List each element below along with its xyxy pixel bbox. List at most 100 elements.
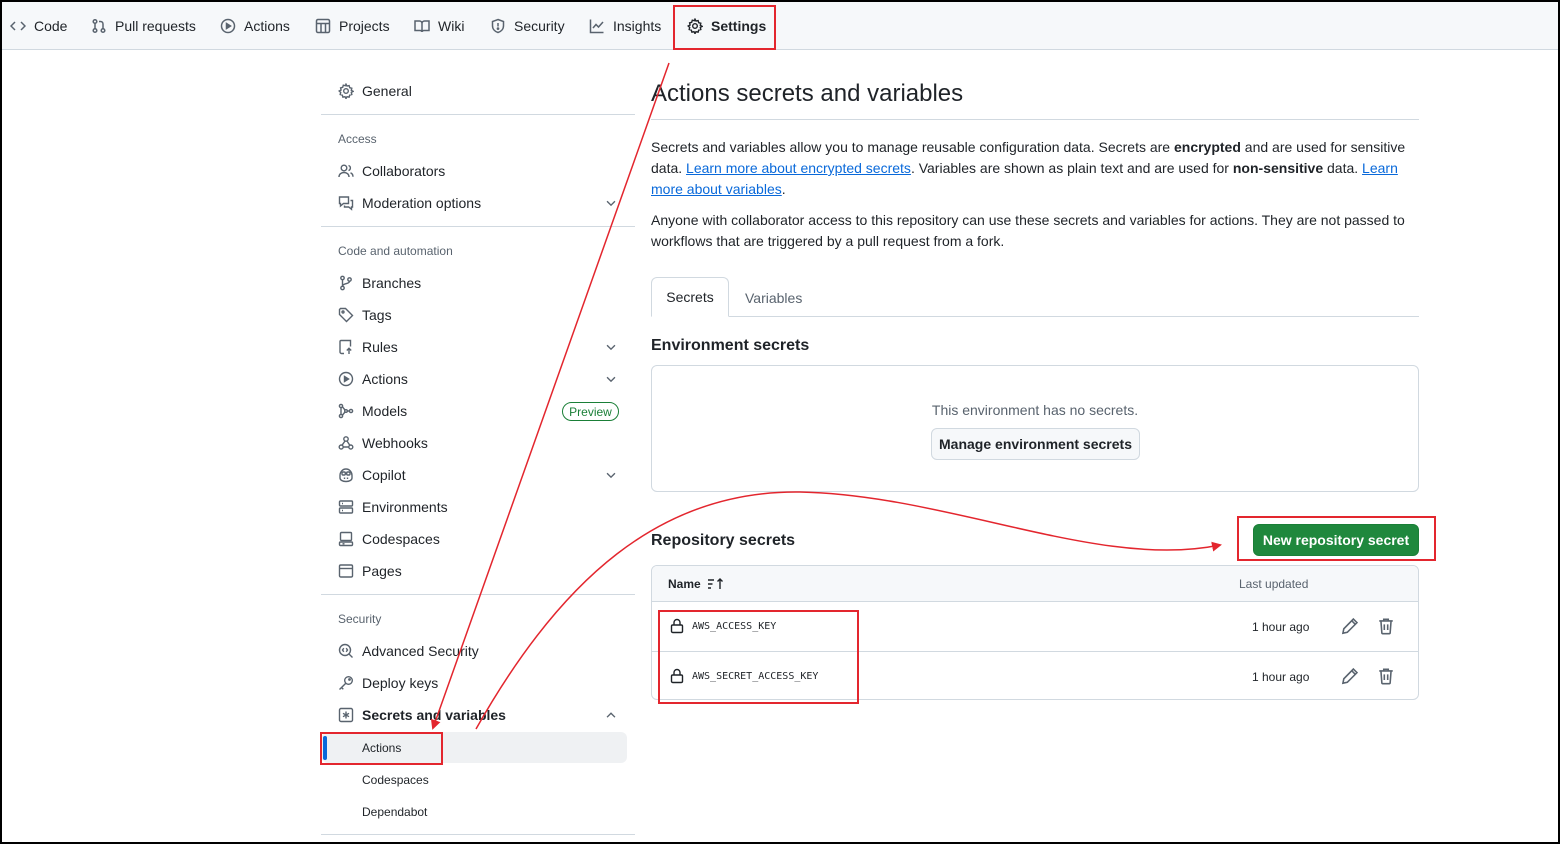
new-repository-secret-button[interactable]: New repository secret — [1253, 524, 1419, 556]
access-note-paragraph: Anyone with collaborator access to this … — [651, 212, 1405, 249]
sidebar-item-label: Codespaces — [362, 531, 440, 547]
manage-environment-secrets-button[interactable]: Manage environment secrets — [931, 428, 1140, 460]
secrets-table: Name Last updated AWS_ACCESS_KEY 1 hour … — [651, 565, 1419, 700]
preview-badge: Preview — [562, 402, 619, 421]
branch-icon — [340, 275, 352, 291]
chevron-down-icon[interactable] — [604, 196, 618, 210]
table-icon — [315, 18, 331, 34]
sidebar-item-label: Webhooks — [362, 435, 428, 451]
chevron-up-icon[interactable] — [604, 708, 618, 722]
sidebar-item-copilot[interactable]: Copilot — [338, 463, 406, 487]
lock-icon — [670, 668, 684, 684]
table-header: Name Last updated — [652, 566, 1418, 602]
pencil-icon[interactable] — [1341, 667, 1359, 685]
secret-name: AWS_SECRET_ACCESS_KEY — [692, 670, 819, 682]
tab-pull-requests-label: Pull requests — [115, 18, 196, 34]
sidebar-divider — [321, 114, 635, 115]
trash-icon[interactable] — [1377, 617, 1395, 635]
people-icon — [338, 164, 354, 178]
sidebar-item-environments[interactable]: Environments — [338, 495, 448, 519]
secret-updated: 1 hour ago — [1252, 620, 1310, 634]
tab-security[interactable]: Security — [490, 2, 565, 50]
text-bold: non-sensitive — [1232, 160, 1324, 176]
sidebar-item-label: Pages — [362, 563, 402, 579]
sidebar-item-label: Advanced Security — [362, 643, 479, 659]
sidebar-item-label: Branches — [362, 275, 422, 291]
sidebar-item-actions[interactable]: Actions — [338, 367, 408, 391]
sidebar-item-branches[interactable]: Branches — [338, 271, 421, 295]
key-icon — [339, 676, 353, 690]
sidebar-item-models[interactable]: Models — [338, 399, 407, 423]
sidebar-item-label: Environments — [362, 499, 448, 515]
sidebar-item-pages[interactable]: Pages — [338, 559, 402, 583]
graph-icon — [589, 19, 604, 34]
tab-projects[interactable]: Projects — [315, 2, 390, 50]
play-icon — [338, 371, 354, 387]
empty-state-text: This environment has no secrets. — [931, 402, 1139, 418]
sidebar-item-label: Copilot — [362, 467, 406, 483]
pull-request-icon — [92, 18, 106, 34]
tab-insights[interactable]: Insights — [589, 2, 661, 50]
sidebar-item-rules[interactable]: Rules — [338, 335, 398, 359]
tab-settings-label: Settings — [711, 18, 767, 34]
play-icon — [220, 18, 236, 34]
sidebar-subitem-dependabot[interactable]: Dependabot — [362, 805, 427, 819]
description-paragraph: Secrets and variables allow you to manag… — [651, 137, 1421, 200]
codespaces-icon — [338, 531, 354, 547]
chevron-down-icon[interactable] — [604, 468, 618, 482]
trash-icon[interactable] — [1377, 667, 1395, 685]
updated-column-header: Last updated — [1239, 577, 1309, 591]
sidebar-item-deploy-keys[interactable]: Deploy keys — [338, 671, 438, 695]
sidebar-item-secrets-variables[interactable]: Secrets and variables — [338, 703, 506, 727]
tab-actions-label: Actions — [244, 18, 290, 34]
sidebar-divider — [321, 226, 635, 227]
sidebar-item-label: Rules — [362, 339, 398, 355]
sidebar-subitem-actions[interactable]: Actions — [362, 741, 401, 755]
tab-pull-requests[interactable]: Pull requests — [91, 2, 196, 50]
tab-secrets[interactable]: Secrets — [651, 277, 729, 317]
chevron-down-icon[interactable] — [604, 340, 618, 354]
text-span: . — [781, 181, 786, 197]
repo-push-icon — [339, 339, 352, 355]
tab-secrets-label: Secrets — [666, 289, 714, 305]
sidebar-item-collaborators[interactable]: Collaborators — [338, 159, 445, 183]
sidebar-item-general[interactable]: General — [338, 79, 412, 103]
server-icon — [338, 500, 354, 514]
tab-actions[interactable]: Actions — [220, 2, 290, 50]
repository-secrets-heading: Repository secrets — [651, 532, 796, 549]
repo-nav: Code Pull requests Actions Projects Wiki… — [2, 2, 1558, 50]
sidebar-item-advanced-security[interactable]: Advanced Security — [338, 639, 479, 663]
sidebar-item-moderation[interactable]: Moderation options — [338, 191, 481, 215]
tab-code[interactable]: Code — [10, 2, 67, 50]
sidebar-item-label: Actions — [362, 371, 408, 387]
secret-name: AWS_ACCESS_KEY — [692, 620, 777, 632]
sidebar-item-codespaces[interactable]: Codespaces — [338, 527, 440, 551]
text-bold: encrypted — [1173, 139, 1241, 155]
sidebar-subitem-codespaces[interactable]: Codespaces — [362, 773, 429, 787]
arrow-settings-to-actions — [430, 62, 670, 730]
tab-security-label: Security — [514, 18, 565, 34]
secret-name-cell: AWS_SECRET_ACCESS_KEY — [670, 668, 818, 684]
pencil-icon[interactable] — [1341, 617, 1359, 635]
name-column-header[interactable]: Name — [668, 577, 725, 591]
tab-wiki[interactable]: Wiki — [414, 2, 464, 50]
tab-settings[interactable]: Settings — [687, 2, 766, 50]
comment-discussion-icon — [338, 196, 354, 211]
page-title: Actions secrets and variables — [651, 80, 964, 107]
column-label: Name — [668, 577, 701, 591]
table-row: AWS_ACCESS_KEY 1 hour ago — [652, 602, 1418, 651]
learn-more-secrets-link[interactable]: Learn more about encrypted secrets — [686, 160, 911, 176]
secret-updated: 1 hour ago — [1252, 670, 1310, 684]
sort-icon — [707, 578, 723, 589]
tab-projects-label: Projects — [339, 18, 390, 34]
copilot-icon — [339, 468, 353, 483]
tab-wiki-label: Wiki — [438, 18, 465, 34]
sidebar-item-label: Moderation options — [362, 195, 482, 211]
tab-variables[interactable]: Variables — [745, 290, 802, 306]
table-row: AWS_SECRET_ACCESS_KEY 1 hour ago — [652, 651, 1418, 699]
chevron-down-icon[interactable] — [604, 372, 618, 386]
sidebar-item-label: Deploy keys — [362, 675, 439, 691]
sidebar-item-tags[interactable]: Tags — [338, 303, 392, 327]
title-divider — [651, 119, 1419, 120]
sidebar-item-webhooks[interactable]: Webhooks — [338, 431, 428, 455]
